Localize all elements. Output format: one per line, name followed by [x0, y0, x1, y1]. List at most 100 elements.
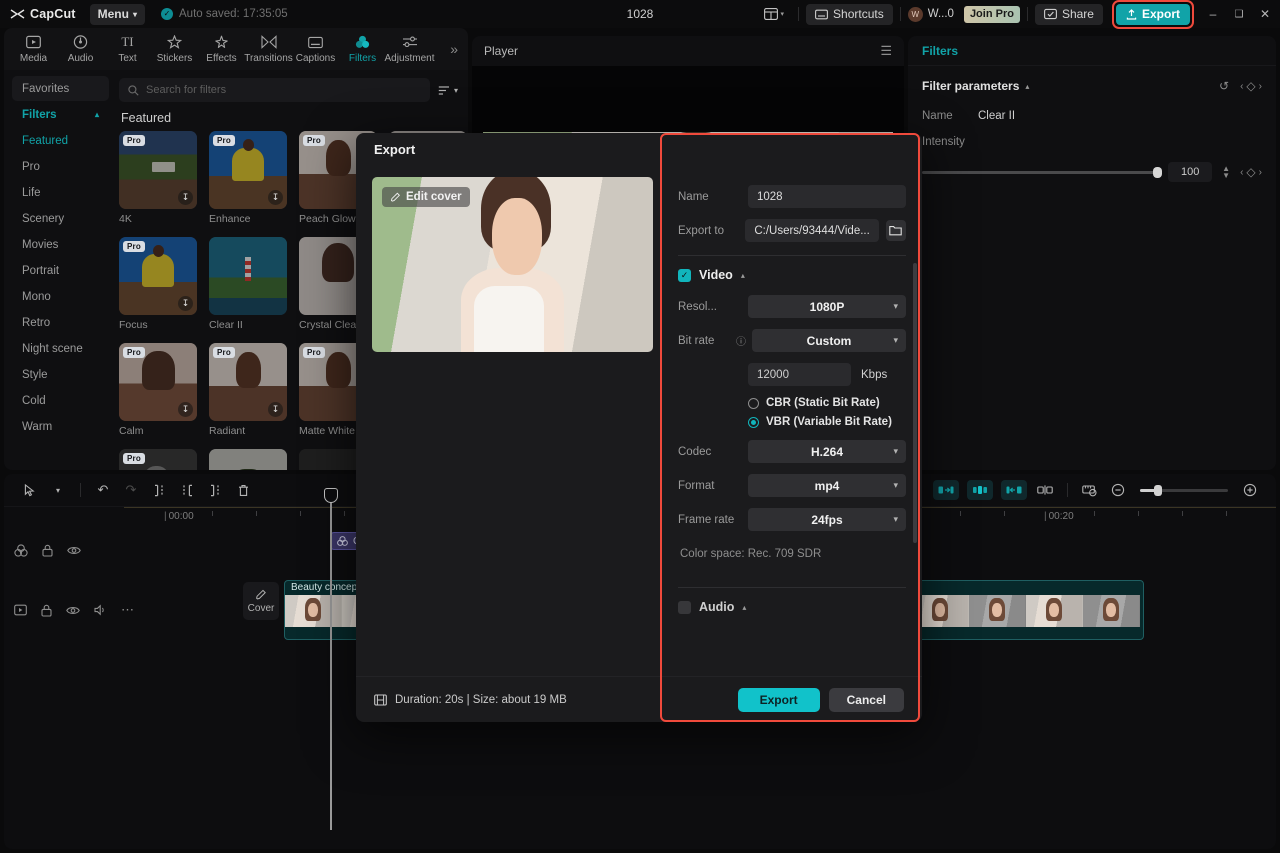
help-icon[interactable]: ⓘ — [734, 333, 748, 348]
trim-right-button[interactable] — [201, 479, 229, 501]
split-right-button[interactable] — [1001, 480, 1027, 500]
playhead-handle[interactable] — [324, 488, 338, 503]
sidebar-item-life[interactable]: Life — [12, 180, 109, 205]
zoom-out-icon[interactable] — [1104, 479, 1132, 501]
nav-item-text[interactable]: TI Text — [104, 29, 151, 69]
nav-item-transitions[interactable]: Transitions — [244, 29, 293, 69]
keyframe-prev-icon[interactable]: ‹ — [1240, 81, 1243, 92]
search-input[interactable]: Search for filters — [119, 78, 430, 102]
zoom-slider[interactable] — [1140, 484, 1228, 496]
join-pro-button[interactable]: Join Pro — [963, 5, 1020, 23]
sidebar-item-filters[interactable]: Filters ▴ — [12, 102, 109, 127]
filter-card[interactable]: Pro ↧ 4K — [119, 131, 197, 225]
framerate-select[interactable]: 24fps ▾ — [748, 508, 906, 531]
close-button[interactable]: ✕ — [1252, 7, 1278, 21]
filter-card[interactable] — [209, 449, 287, 470]
download-icon[interactable]: ↧ — [178, 296, 193, 311]
chevron-up-icon[interactable]: ▴ — [1025, 82, 1029, 91]
mix-button[interactable] — [1031, 479, 1059, 501]
export-button[interactable]: Export — [1115, 3, 1190, 25]
split-left-button[interactable] — [933, 480, 959, 500]
ruler-zoom-button[interactable] — [1076, 479, 1104, 501]
filter-card[interactable]: Pro ↧ Enhance — [209, 131, 287, 225]
export-path-input[interactable]: C:/Users/93444/Vide... — [745, 219, 879, 242]
stepper-icon[interactable]: ▲ ▼ — [1222, 164, 1230, 179]
keyframe-next-icon[interactable]: › — [1259, 167, 1262, 178]
format-select[interactable]: mp4 ▾ — [748, 474, 906, 497]
download-icon[interactable]: ↧ — [268, 190, 283, 205]
download-icon[interactable]: ↧ — [178, 190, 193, 205]
shortcuts-button[interactable]: Shortcuts — [806, 3, 893, 25]
keyframe-add-icon[interactable]: ◇ — [1246, 165, 1255, 179]
account-group[interactable]: W W...0 Join Pro — [907, 5, 1020, 23]
cbr-option-row[interactable]: CBR (Static Bit Rate) — [748, 397, 906, 409]
filter-card[interactable]: Pro ↧ Focus — [119, 237, 197, 331]
nav-item-media[interactable]: Media — [10, 29, 57, 69]
trim-left-button[interactable] — [173, 479, 201, 501]
keyframe-add-icon[interactable]: ◇ — [1246, 79, 1255, 93]
video-icon[interactable] — [14, 604, 27, 616]
nav-item-adjustment[interactable]: Adjustment — [384, 29, 435, 69]
vbr-option-row[interactable]: VBR (Variable Bit Rate) — [748, 416, 906, 428]
filter-card[interactable]: Clear II — [209, 237, 287, 331]
keyframe-prev-icon[interactable]: ‹ — [1240, 167, 1243, 178]
nav-item-effects[interactable]: Effects — [198, 29, 245, 69]
name-input[interactable]: 1028 — [748, 185, 906, 208]
nav-item-filters[interactable]: Filters — [339, 29, 386, 69]
nav-item-captions[interactable]: Captions — [292, 29, 339, 69]
menu-button[interactable]: Menu ▾ — [89, 3, 145, 25]
lock-icon[interactable] — [42, 544, 53, 557]
layout-button[interactable]: ▾ — [757, 8, 792, 20]
minimize-button[interactable]: – — [1200, 7, 1226, 21]
visibility-icon[interactable] — [67, 545, 81, 556]
select-tool-icon[interactable] — [16, 479, 44, 501]
sort-button[interactable]: ▾ — [438, 85, 458, 96]
download-icon[interactable]: ↧ — [268, 402, 283, 417]
redo-button[interactable]: ↷ — [117, 479, 145, 501]
sidebar-item-retro[interactable]: Retro — [12, 310, 109, 335]
filter-card[interactable]: Pro — [119, 449, 197, 470]
cover-button[interactable]: Cover — [243, 582, 279, 620]
nav-more-button[interactable]: » — [450, 41, 462, 57]
cbr-radio[interactable] — [748, 397, 759, 409]
reset-icon[interactable]: ↺ — [1219, 79, 1229, 93]
codec-select[interactable]: H.264 ▾ — [748, 440, 906, 463]
sidebar-item-scenery[interactable]: Scenery — [12, 206, 109, 231]
intensity-input[interactable]: 100 — [1168, 162, 1213, 182]
dialog-scrollbar[interactable] — [913, 263, 917, 543]
nav-item-stickers[interactable]: Stickers — [151, 29, 198, 69]
tab-filters[interactable]: Filters — [922, 44, 958, 58]
player-menu-icon[interactable]: ☰ — [880, 43, 892, 59]
zoom-slider-knob[interactable] — [1154, 484, 1162, 496]
bitrate-select[interactable]: Custom ▾ — [752, 329, 906, 352]
playhead[interactable] — [324, 488, 338, 830]
sidebar-item-cold[interactable]: Cold — [12, 388, 109, 413]
filter-card[interactable]: Pro ↧ Radiant — [209, 343, 287, 437]
share-button[interactable]: Share — [1034, 3, 1103, 25]
sidebar-item-movies[interactable]: Movies — [12, 232, 109, 257]
filter-card[interactable]: Pro ↧ Calm — [119, 343, 197, 437]
chevron-up-icon[interactable]: ▴ — [741, 271, 745, 280]
sidebar-item-night-scene[interactable]: Night scene — [12, 336, 109, 361]
lock-icon[interactable] — [41, 604, 52, 617]
resolution-select[interactable]: 1080P ▾ — [748, 295, 906, 318]
sidebar-item-style[interactable]: Style — [12, 362, 109, 387]
mute-icon[interactable] — [94, 604, 107, 616]
edit-cover-button[interactable]: Edit cover — [382, 187, 470, 207]
video-checkbox[interactable]: ✓ — [678, 268, 691, 282]
sidebar-item-favorites[interactable]: Favorites — [12, 76, 109, 101]
sidebar-item-portrait[interactable]: Portrait — [12, 258, 109, 283]
zoom-in-icon[interactable] — [1236, 479, 1264, 501]
maximize-button[interactable]: ❑ — [1226, 9, 1252, 20]
nav-item-audio[interactable]: Audio — [57, 29, 104, 69]
sidebar-item-warm[interactable]: Warm — [12, 414, 109, 439]
keyframe-next-icon[interactable]: › — [1259, 81, 1262, 92]
sidebar-item-pro[interactable]: Pro — [12, 154, 109, 179]
audio-checkbox[interactable] — [678, 600, 691, 614]
chevron-down-icon[interactable]: ▾ — [44, 479, 72, 501]
dialog-cancel-button[interactable]: Cancel — [828, 687, 904, 712]
download-icon[interactable]: ↧ — [178, 402, 193, 417]
chevron-up-icon[interactable]: ▴ — [742, 603, 746, 612]
undo-button[interactable]: ↶ — [89, 479, 117, 501]
bitrate-input[interactable]: 12000 — [748, 363, 851, 386]
